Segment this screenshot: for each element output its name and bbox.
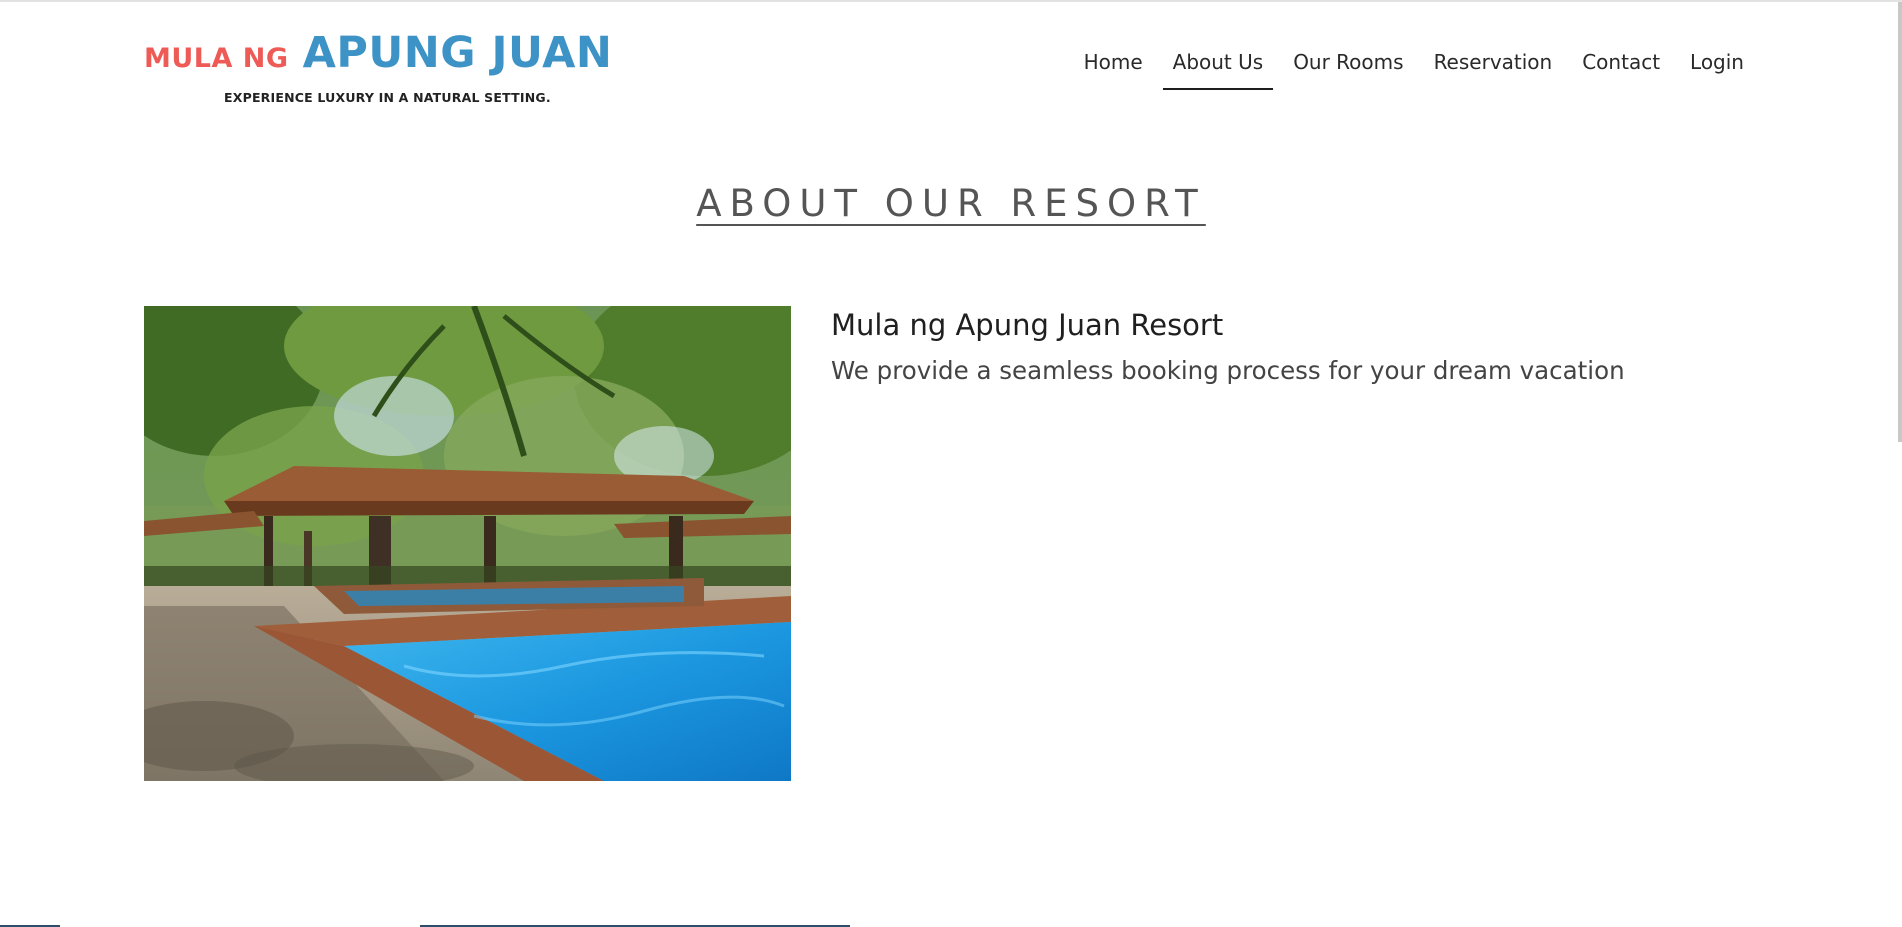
main-nav: Home About Us Our Rooms Reservation Cont… bbox=[1064, 46, 1754, 90]
nav-about-us[interactable]: About Us bbox=[1162, 46, 1274, 90]
brand-prefix: MULA NG bbox=[144, 43, 289, 74]
about-title: Mula ng Apung Juan Resort bbox=[831, 308, 1224, 342]
section-heading: ABOUT OUR RESORT bbox=[696, 182, 1206, 225]
brand-wordmark: MULA NG APUNG JUAN bbox=[144, 28, 612, 78]
about-description: We provide a seamless booking process fo… bbox=[831, 356, 1625, 385]
nav-contact[interactable]: Contact bbox=[1572, 46, 1670, 90]
scrollbar[interactable] bbox=[1898, 2, 1902, 442]
section-heading-wrap: ABOUT OUR RESORT bbox=[0, 182, 1902, 225]
nav-reservation[interactable]: Reservation bbox=[1424, 46, 1563, 90]
resort-pool-photo bbox=[144, 306, 791, 781]
brand-tagline: EXPERIENCE LUXURY IN A NATURAL SETTING. bbox=[224, 90, 551, 105]
about-info: Mula ng Apung Juan Resort We provide a s… bbox=[831, 308, 1625, 385]
nav-login[interactable]: Login bbox=[1680, 46, 1754, 90]
page: MULA NG APUNG JUAN EXPERIENCE LUXURY IN … bbox=[0, 0, 1902, 927]
brand-name: APUNG JUAN bbox=[302, 28, 613, 78]
nav-our-rooms[interactable]: Our Rooms bbox=[1283, 46, 1413, 90]
brand-logo[interactable]: MULA NG APUNG JUAN EXPERIENCE LUXURY IN … bbox=[144, 28, 612, 105]
nav-home[interactable]: Home bbox=[1074, 46, 1153, 90]
